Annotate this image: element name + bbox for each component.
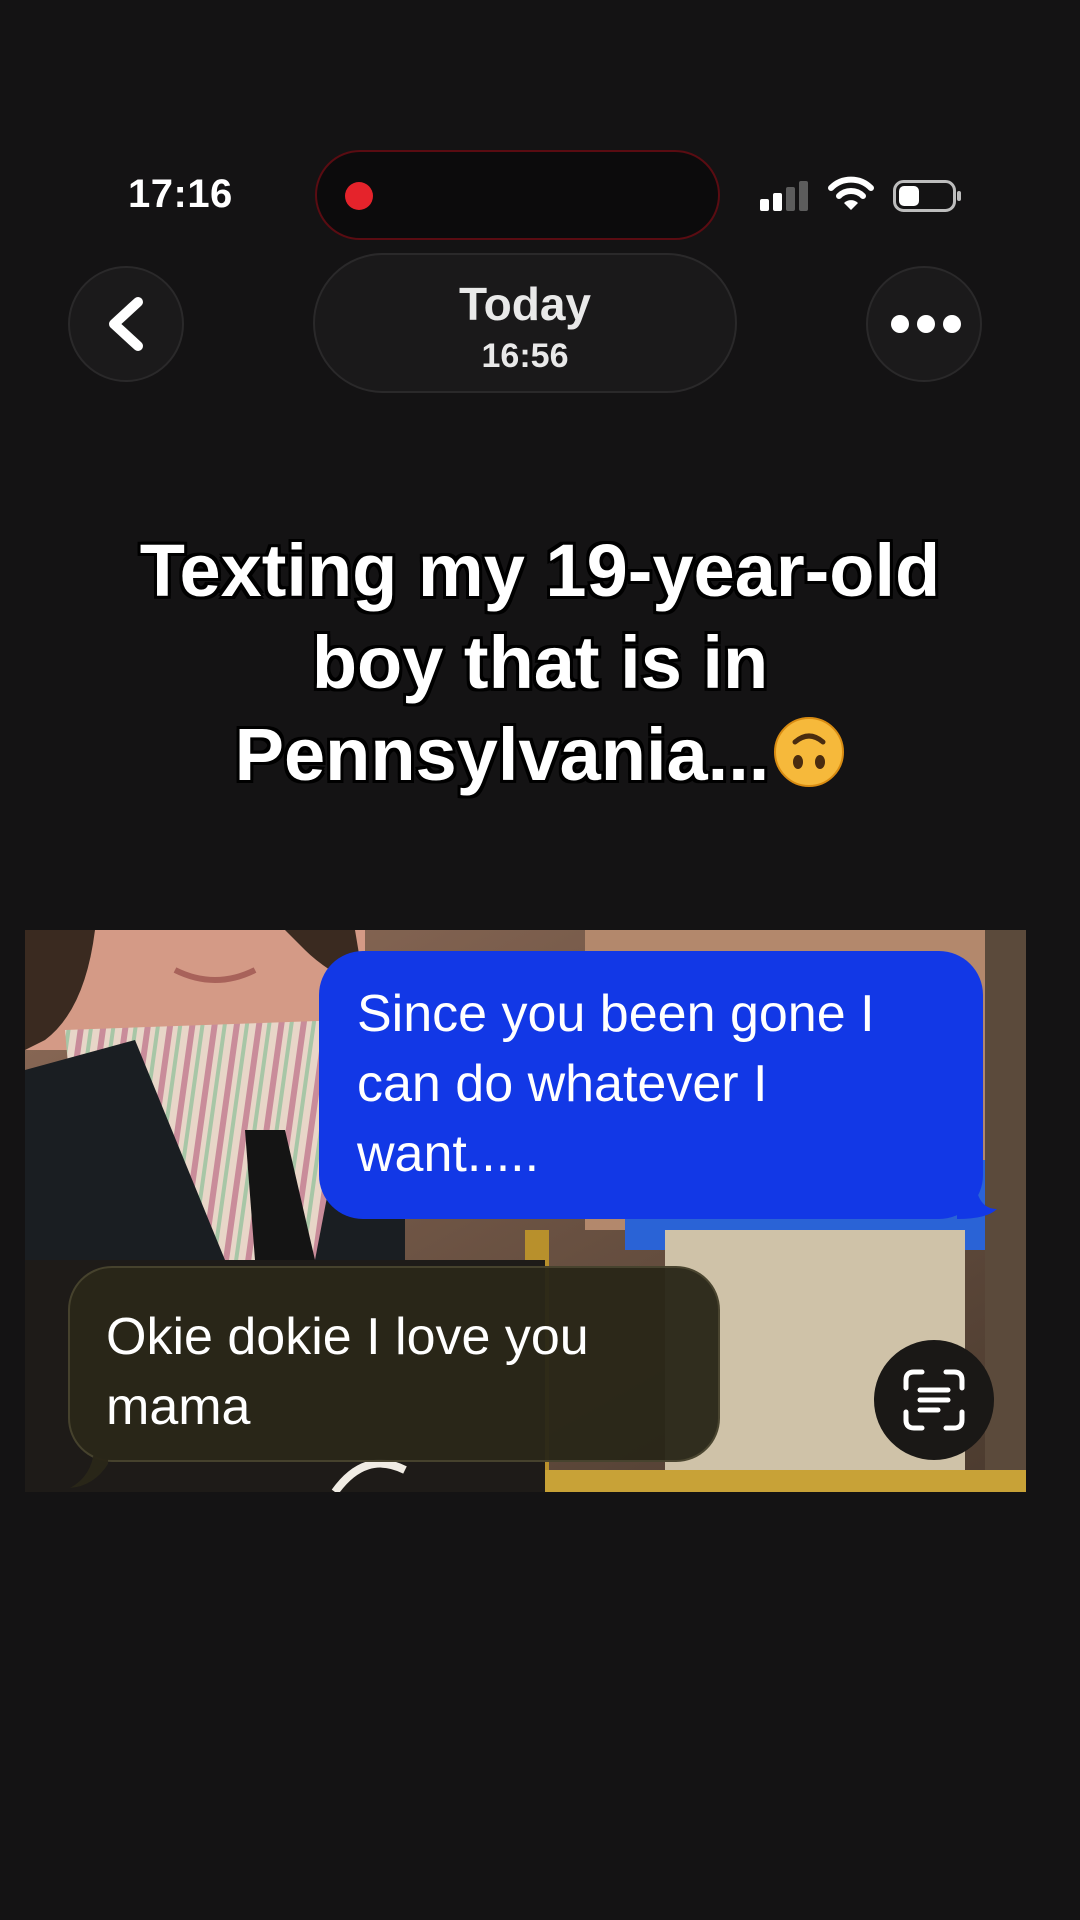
bubble-tail-icon bbox=[70, 1450, 108, 1488]
screen: 17:16 Today 16:56 Texting my 19-year-old… bbox=[0, 0, 1080, 1920]
conversation-date-header[interactable]: Today 16:56 bbox=[313, 253, 737, 393]
date-label: Today bbox=[458, 278, 592, 330]
upside-down-face-emoji-icon bbox=[774, 717, 845, 787]
caption-line-1: Texting my 19-year-old bbox=[139, 529, 941, 612]
video-caption: Texting my 19-year-old boy that is in Pe… bbox=[80, 525, 1000, 801]
dynamic-island[interactable] bbox=[315, 150, 720, 240]
bubble-tail-icon bbox=[957, 1179, 997, 1219]
cellular-signal-icon bbox=[760, 181, 812, 211]
incoming-message-bubble[interactable]: Okie dokie I love you mama bbox=[68, 1266, 720, 1488]
incoming-message-text: Okie dokie I love you mama bbox=[106, 1308, 589, 1436]
caption-line-2: boy that is in bbox=[311, 621, 769, 704]
outgoing-message-text: Since you been gone I can do whatever I … bbox=[357, 985, 875, 1183]
time-label: 16:56 bbox=[481, 337, 569, 375]
battery-icon bbox=[893, 180, 961, 212]
status-time: 17:16 bbox=[128, 172, 233, 216]
caption-line-3: Pennsylvania... bbox=[80, 709, 1000, 801]
more-options-button[interactable] bbox=[866, 266, 982, 382]
caption-line-3-text: Pennsylvania... bbox=[234, 713, 770, 796]
chevron-left-icon bbox=[109, 297, 143, 351]
live-text-button[interactable] bbox=[874, 1340, 994, 1460]
live-text-scan-icon bbox=[903, 1369, 965, 1431]
recording-indicator-icon bbox=[345, 182, 373, 210]
wifi-icon bbox=[828, 176, 874, 210]
outgoing-message-bubble[interactable]: Since you been gone I can do whatever I … bbox=[319, 951, 997, 1219]
back-button[interactable] bbox=[68, 266, 184, 382]
ellipsis-icon bbox=[891, 315, 961, 333]
